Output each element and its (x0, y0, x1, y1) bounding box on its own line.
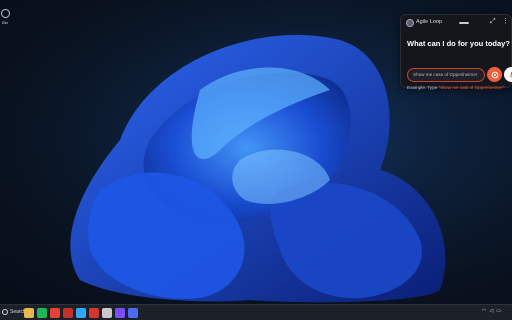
prompt-input[interactable]: Show me case of Oppenheimer (407, 68, 485, 82)
send-button[interactable] (487, 67, 502, 82)
volume-icon[interactable]: ◁ (489, 308, 493, 314)
taskbar: Search ◠ ◁ ▭ (0, 304, 512, 320)
search-icon (2, 309, 8, 315)
app-red-icon[interactable] (63, 308, 73, 318)
taskbar-apps (24, 308, 138, 318)
widget-header[interactable]: Agile Loop ⤢ ⋮ (401, 15, 512, 31)
recycle-bin-icon[interactable]: Bin (0, 6, 10, 32)
recycle-bin-glyph (0, 9, 10, 18)
chrome-icon[interactable] (50, 308, 60, 318)
widget-brand: Agile Loop (416, 19, 442, 25)
agile-loop-widget: Agile Loop ⤢ ⋮ What can I do for you tod… (400, 14, 512, 90)
store-icon[interactable] (102, 308, 112, 318)
example-hint: Example: Type "show me cast of Oppenheim… (407, 85, 504, 90)
more-icon[interactable]: ⋮ (502, 18, 509, 26)
agile-loop-logo-icon (406, 19, 414, 27)
photoshop-icon[interactable] (76, 308, 86, 318)
system-tray: ◠ ◁ ▭ (482, 308, 501, 314)
app-purple-icon[interactable] (115, 308, 125, 318)
battery-icon[interactable]: ▭ (496, 308, 501, 314)
example-prefix: Example: Type (407, 85, 439, 90)
send-icon (491, 71, 498, 78)
expand-icon[interactable]: ⤢ (490, 18, 496, 26)
drag-handle-icon[interactable] (459, 22, 469, 24)
recycle-bin-label: Bin (2, 20, 8, 25)
acrobat-icon[interactable] (89, 308, 99, 318)
mic-icon (509, 71, 512, 78)
files-app-icon[interactable] (24, 308, 34, 318)
taskbar-search[interactable]: Search (2, 309, 26, 315)
app-blue-icon[interactable] (128, 308, 138, 318)
mic-button[interactable] (504, 67, 512, 82)
wifi-icon[interactable]: ◠ (482, 308, 486, 314)
example-quote[interactable]: "show me cast of Oppenheimer" (439, 85, 505, 90)
widget-title: What can I do for you today? (407, 39, 510, 48)
spotify-icon[interactable] (37, 308, 47, 318)
